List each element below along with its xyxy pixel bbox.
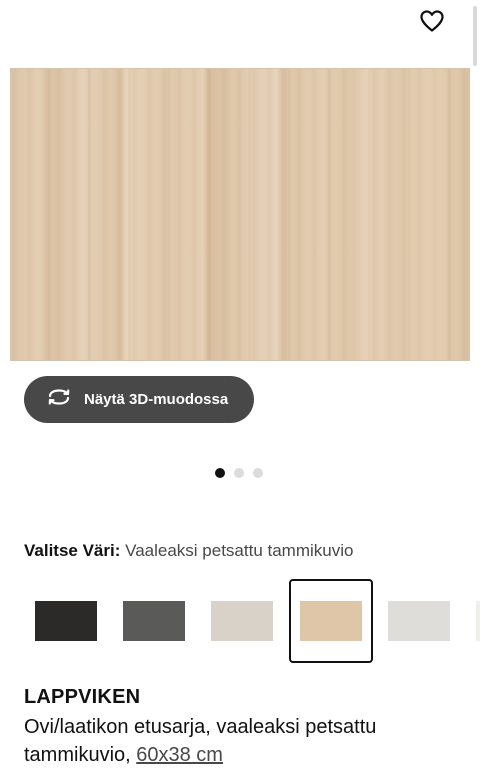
swatch-chip [388, 601, 450, 641]
color-swatch-4-selected[interactable] [289, 579, 373, 663]
product-size-link[interactable]: 60x38 cm [136, 744, 223, 766]
pagination-dot-2[interactable] [234, 468, 244, 478]
pagination-dot-3[interactable] [253, 468, 263, 478]
view-3d-label: Näytä 3D-muodossa [84, 391, 229, 408]
swatch-chip [476, 601, 480, 641]
view-3d-button[interactable]: Näytä 3D-muodossa [24, 376, 254, 423]
swatch-chip [300, 601, 362, 641]
color-swatch-3[interactable] [200, 579, 284, 663]
product-description: Ovi/laatikon etusarja, vaaleaksi petsatt… [24, 713, 464, 769]
selected-color-value: Vaaleaksi petsattu tammikuvio [125, 541, 354, 560]
pagination-dot-1[interactable] [215, 468, 225, 478]
rotate-arrows-icon [46, 387, 72, 412]
product-name: LAPPVIKEN [24, 686, 141, 708]
favorite-button[interactable] [417, 8, 447, 38]
product-image[interactable] [10, 68, 470, 361]
image-pagination [215, 468, 263, 478]
color-swatch-5[interactable] [377, 579, 461, 663]
swatch-chip [35, 601, 97, 641]
color-swatch-row [0, 579, 480, 663]
swatch-chip [211, 601, 273, 641]
color-heading: Valitse Väri: Vaaleaksi petsattu tammiku… [24, 541, 353, 561]
scrollbar[interactable] [473, 6, 477, 66]
heart-icon [420, 9, 444, 37]
swatch-chip [123, 601, 185, 641]
color-swatch-1[interactable] [24, 579, 108, 663]
color-heading-label: Valitse Väri: [24, 541, 121, 560]
color-swatch-6[interactable] [465, 579, 480, 663]
color-swatch-2[interactable] [112, 579, 196, 663]
